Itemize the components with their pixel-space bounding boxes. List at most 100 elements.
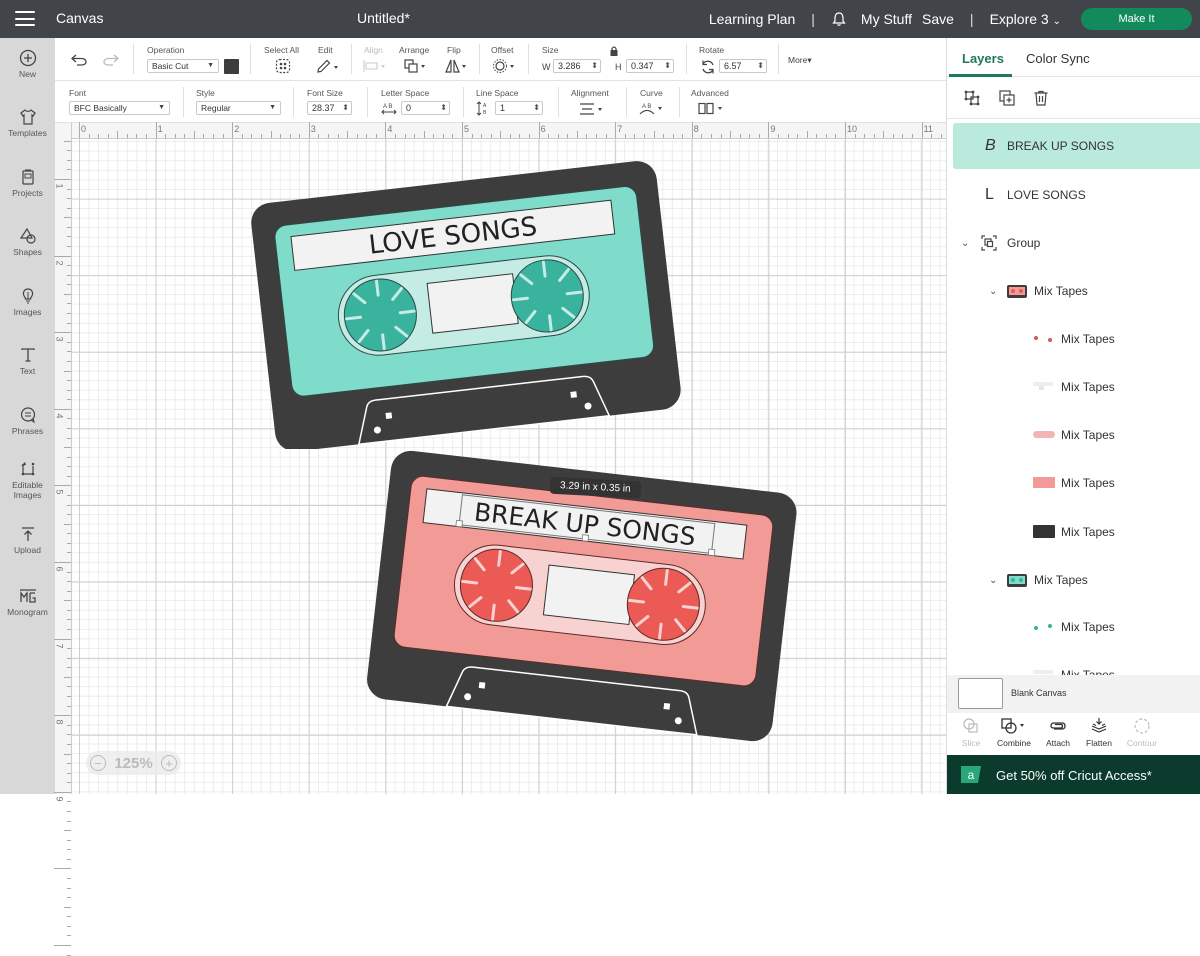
layer-name: Mix Tapes <box>1034 573 1088 587</box>
menu-icon[interactable] <box>15 11 35 26</box>
sidebar-item-new[interactable]: New <box>0 49 55 79</box>
layer-mix-tapes[interactable]: Mix Tapes <box>953 460 1200 506</box>
machine-selector[interactable]: Explore 3 ⌄ <box>990 11 1061 27</box>
slice-button[interactable]: Slice <box>950 717 992 748</box>
redo-icon[interactable] <box>103 54 119 66</box>
sidebar-item-phrases[interactable]: Phrases <box>0 406 55 436</box>
divider <box>626 87 627 117</box>
pencil-icon[interactable] <box>315 58 341 74</box>
duplicate-icon[interactable] <box>998 89 1016 107</box>
layer-mix-tapes[interactable]: Mix Tapes <box>953 604 1200 650</box>
divider <box>183 87 184 117</box>
sidebar-item-images[interactable]: Images <box>0 287 55 317</box>
stepper-icon[interactable]: ⬍ <box>664 60 671 72</box>
tab-layers[interactable]: Layers <box>962 51 1004 66</box>
font-label: Font <box>69 88 87 98</box>
advanced-icon[interactable] <box>698 102 728 115</box>
attach-button[interactable]: Attach <box>1037 717 1079 748</box>
design-canvas[interactable]: LOVE SONGS BREAK UP SONGS 3.29 in x 0.35… <box>72 139 946 794</box>
cassette-love-songs[interactable]: LOVE SONGS <box>242 139 692 449</box>
stepper-icon[interactable]: ⬍ <box>591 60 598 72</box>
layer-mix-tapes[interactable]: Mix Tapes <box>953 509 1200 555</box>
letter-space-input[interactable]: 0 ⬍ <box>401 101 450 115</box>
learning-plan-link[interactable]: Learning Plan <box>709 11 795 27</box>
stepper-icon[interactable]: ⬍ <box>533 102 540 114</box>
layer-mix-tapes[interactable]: Mix Tapes <box>953 316 1200 362</box>
ruler-tick <box>67 897 71 899</box>
notifications-button[interactable] <box>831 11 853 27</box>
layer-mix-tapes-teal[interactable]: ⌄ Mix Tapes <box>953 557 1200 603</box>
document-title[interactable]: Untitled* <box>357 10 410 26</box>
chevron-down-icon[interactable]: ⌄ <box>961 238 969 249</box>
tab-color-sync[interactable]: Color Sync <box>1026 51 1090 66</box>
style-select[interactable]: Regular ▼ <box>196 101 281 115</box>
arrange-icon[interactable] <box>403 58 429 74</box>
line-space-input[interactable]: 1 ⬍ <box>495 101 543 115</box>
my-stuff-link[interactable]: My Stuff <box>861 11 912 27</box>
zoom-out-button[interactable]: − <box>90 755 106 771</box>
cricut-access-promo[interactable]: a Get 50% off Cricut Access* <box>947 755 1200 794</box>
select-all-icon[interactable] <box>275 58 291 74</box>
make-it-button[interactable]: Make It <box>1081 8 1192 30</box>
layer-break-up-songs[interactable]: B BREAK UP SONGS <box>953 123 1200 169</box>
sidebar-item-text[interactable]: Text <box>0 346 55 376</box>
stepper-icon[interactable]: ⬍ <box>342 102 349 114</box>
undo-icon[interactable] <box>71 54 87 66</box>
rotate-input[interactable]: 6.57 ⬍ <box>719 59 767 73</box>
ruler-tick <box>64 753 71 755</box>
sidebar-item-shapes[interactable]: Shapes <box>0 227 55 257</box>
operation-color-swatch[interactable] <box>224 59 239 74</box>
curve-icon[interactable]: A B <box>639 101 667 115</box>
flip-icon[interactable] <box>444 58 470 74</box>
alignment-icon[interactable] <box>579 103 607 115</box>
width-input[interactable]: 3.286 ⬍ <box>553 59 601 73</box>
ruler-tick <box>442 134 444 138</box>
flatten-button[interactable]: Flatten <box>1078 717 1120 748</box>
blank-canvas-layer[interactable]: Blank Canvas <box>947 675 1200 713</box>
ruler-tick <box>146 134 148 138</box>
stepper-icon[interactable]: ⬍ <box>757 60 764 72</box>
layer-operations: Slice Combine Attach Flatten Contour <box>947 713 1200 755</box>
trash-icon[interactable] <box>1032 89 1050 107</box>
combine-button[interactable]: Combine <box>993 717 1035 748</box>
offset-icon[interactable] <box>492 58 518 74</box>
ruler-tick <box>634 134 636 138</box>
layer-mix-tapes-red[interactable]: ⌄ Mix Tapes <box>953 268 1200 314</box>
group-icon[interactable] <box>963 89 981 107</box>
layer-mix-tapes[interactable]: Mix Tapes <box>953 652 1200 675</box>
sidebar-label: Editable <box>12 480 43 490</box>
chevron-down-icon[interactable]: ⌄ <box>989 286 997 297</box>
divider <box>351 44 352 74</box>
offset-label: Offset <box>491 45 514 55</box>
sidebar-item-upload[interactable]: Upload <box>0 525 55 555</box>
arrange-label: Arrange <box>399 45 430 55</box>
layer-group[interactable]: ⌄ Group <box>953 220 1200 266</box>
lock-icon[interactable] <box>608 45 620 57</box>
sidebar-item-monogram[interactable]: Monogram <box>0 587 55 617</box>
sidebar-item-templates[interactable]: Templates <box>0 108 55 138</box>
layer-love-songs[interactable]: L LOVE SONGS <box>953 172 1200 218</box>
zoom-in-button[interactable]: + <box>161 755 177 771</box>
flatten-icon <box>1091 718 1107 733</box>
stepper-icon[interactable]: ⬍ <box>440 102 447 114</box>
sidebar-item-projects[interactable]: Projects <box>0 168 55 198</box>
font-size-input[interactable]: 28.37 ⬍ <box>307 101 352 115</box>
blank-canvas-swatch[interactable] <box>958 678 1003 709</box>
layer-mix-tapes[interactable]: Mix Tapes <box>953 364 1200 410</box>
slice-icon <box>963 718 978 733</box>
projects-icon <box>21 169 34 185</box>
ruler-tick <box>548 134 550 138</box>
chevron-down-icon[interactable]: ⌄ <box>989 575 997 586</box>
save-button[interactable]: Save <box>922 11 954 27</box>
contour-button[interactable]: Contour <box>1121 717 1163 748</box>
font-select[interactable]: BFC Basically ▼ <box>69 101 170 115</box>
sidebar-item-editable-images[interactable]: Editable Images <box>0 460 55 500</box>
height-input[interactable]: 0.347 ⬍ <box>626 59 674 73</box>
ruler-tick <box>653 131 655 138</box>
layer-mix-tapes[interactable]: Mix Tapes <box>953 412 1200 458</box>
ruler-tick <box>241 134 243 138</box>
more-button[interactable]: More▾ <box>788 55 812 66</box>
operation-select[interactable]: Basic Cut ▼ <box>147 59 219 73</box>
teal-cassette-thumbnail <box>1007 574 1027 587</box>
ruler-tick <box>67 763 71 765</box>
